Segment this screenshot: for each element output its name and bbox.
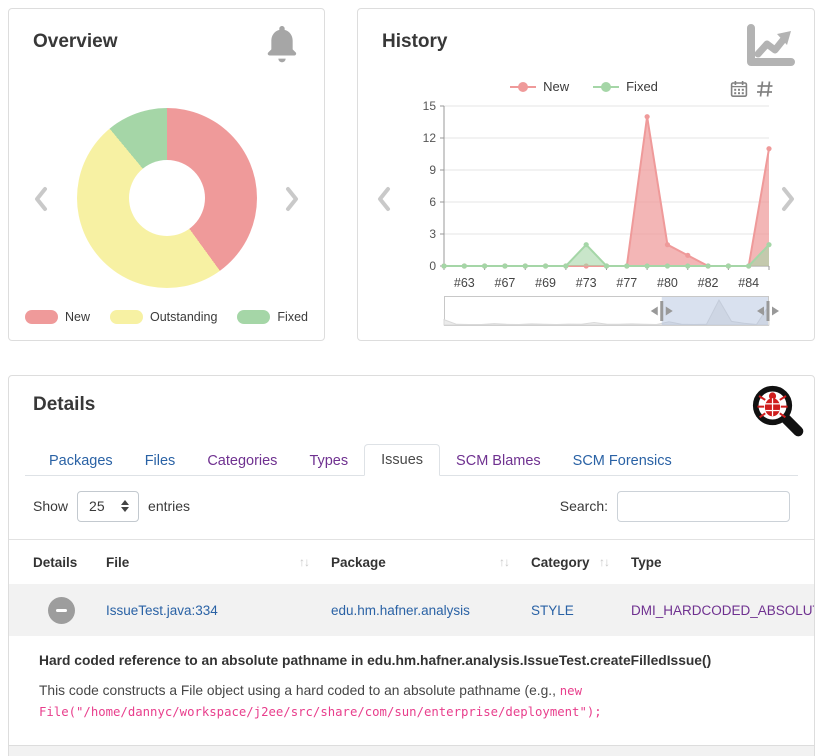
history-zoom-slider[interactable]: [444, 296, 769, 326]
column-header-type: Type: [631, 555, 814, 570]
history-card: History New Fixed: [357, 8, 815, 341]
column-header-package[interactable]: Package ↑↓: [331, 555, 531, 570]
svg-text:#80: #80: [657, 276, 678, 290]
next-table-row: [9, 745, 814, 756]
search-input[interactable]: [617, 491, 790, 522]
tab-scm-blames[interactable]: SCM Blames: [440, 446, 557, 476]
tab-types[interactable]: Types: [293, 446, 364, 476]
overview-carousel-next-icon[interactable]: [284, 186, 300, 212]
svg-text:#63: #63: [454, 276, 475, 290]
show-label: Show: [33, 498, 68, 514]
page-length-control: Show 25 entries: [33, 491, 190, 522]
file-link[interactable]: IssueTest.java:334: [106, 603, 218, 618]
history-chart: 0 3 6 9 12 15 #63 #67 #69 #73 #77 #80 #82 #84: [412, 100, 772, 292]
package-link[interactable]: edu.hm.hafner.analysis: [331, 603, 470, 618]
new-swatch: [25, 310, 58, 324]
svg-text:9: 9: [429, 163, 436, 177]
svg-text:#73: #73: [576, 276, 597, 290]
expanded-issue-details: Hard coded reference to an absolute path…: [9, 636, 814, 745]
overview-title: Overview: [33, 31, 118, 53]
svg-text:#67: #67: [495, 276, 516, 290]
svg-text:#84: #84: [738, 276, 759, 290]
select-stepper-icon: [121, 500, 129, 512]
tab-categories[interactable]: Categories: [191, 446, 293, 476]
history-legend: New Fixed: [444, 79, 724, 94]
legend-item-new[interactable]: New: [510, 79, 569, 94]
new-series-marker: [510, 82, 536, 92]
bug-magnifier-icon: [749, 382, 805, 438]
table-row: IssueTest.java:334 edu.hm.hafner.analysi…: [9, 584, 814, 636]
collapse-row-button[interactable]: [48, 597, 75, 624]
details-title: Details: [33, 394, 95, 416]
category-link[interactable]: STYLE: [531, 603, 574, 618]
svg-text:#69: #69: [535, 276, 556, 290]
sort-icon: ↑↓: [599, 555, 609, 569]
overview-legend: New Outstanding Fixed: [9, 310, 324, 324]
fixed-series-marker: [593, 82, 619, 92]
legend-label: Fixed: [277, 310, 308, 324]
history-title: History: [382, 31, 447, 53]
fixed-swatch: [237, 310, 270, 324]
table-controls: Show 25 entries Search:: [33, 490, 790, 522]
legend-item-new[interactable]: New: [25, 310, 90, 324]
svg-text:#77: #77: [616, 276, 637, 290]
tab-packages[interactable]: Packages: [33, 446, 129, 476]
issue-headline: Hard coded reference to an absolute path…: [39, 653, 784, 668]
entries-label: entries: [148, 498, 190, 514]
search-label: Search:: [560, 498, 608, 514]
tab-files[interactable]: Files: [129, 446, 192, 476]
svg-text:15: 15: [423, 100, 437, 113]
legend-label: New: [543, 79, 569, 94]
legend-item-outstanding[interactable]: Outstanding: [110, 310, 217, 324]
column-header-file[interactable]: File ↑↓: [106, 555, 331, 570]
sort-icon: ↑↓: [299, 555, 309, 569]
overview-carousel-prev-icon[interactable]: [33, 186, 49, 212]
search-control: Search:: [560, 491, 790, 522]
issues-table: Details File ↑↓ Package ↑↓ Category ↑↓ T…: [9, 539, 814, 756]
legend-label: New: [65, 310, 90, 324]
legend-item-fixed[interactable]: Fixed: [237, 310, 308, 324]
details-card: Details Packages Files Categories Types: [8, 375, 815, 756]
overview-card: Overview New Outstanding Fix: [8, 8, 325, 341]
bell-icon: [262, 23, 302, 67]
sort-icon: ↑↓: [499, 555, 509, 569]
tab-scm-forensics[interactable]: SCM Forensics: [557, 446, 688, 476]
column-header-details: Details: [33, 555, 106, 570]
page-length-select[interactable]: 25: [77, 491, 139, 522]
page: Overview New Outstanding Fix: [0, 0, 823, 756]
history-carousel-next-icon[interactable]: [780, 186, 796, 212]
svg-text:12: 12: [423, 131, 437, 145]
legend-label: Fixed: [626, 79, 658, 94]
issue-description: This code constructs a File object using…: [39, 680, 781, 723]
build-number-axis-icon[interactable]: [756, 80, 774, 98]
legend-item-fixed[interactable]: Fixed: [593, 79, 658, 94]
column-header-category[interactable]: Category ↑↓: [531, 555, 631, 570]
trend-chart-icon: [744, 23, 796, 69]
legend-label: Outstanding: [150, 310, 217, 324]
svg-text:#82: #82: [698, 276, 719, 290]
tab-issues[interactable]: Issues: [364, 444, 440, 476]
type-link[interactable]: DMI_HARDCODED_ABSOLUTE_FILENAME: [631, 603, 814, 618]
svg-text:3: 3: [429, 227, 436, 241]
table-header-row: Details File ↑↓ Package ↑↓ Category ↑↓ T…: [9, 540, 814, 584]
outstanding-swatch: [110, 310, 143, 324]
svg-text:0: 0: [429, 259, 436, 273]
svg-text:6: 6: [429, 195, 436, 209]
details-tab-bar: Packages Files Categories Types Issues S…: [25, 444, 798, 476]
history-carousel-prev-icon[interactable]: [376, 186, 392, 212]
severity-donut-chart[interactable]: [77, 108, 257, 288]
page-length-value: 25: [89, 498, 105, 514]
calendar-axis-icon[interactable]: [730, 80, 748, 98]
